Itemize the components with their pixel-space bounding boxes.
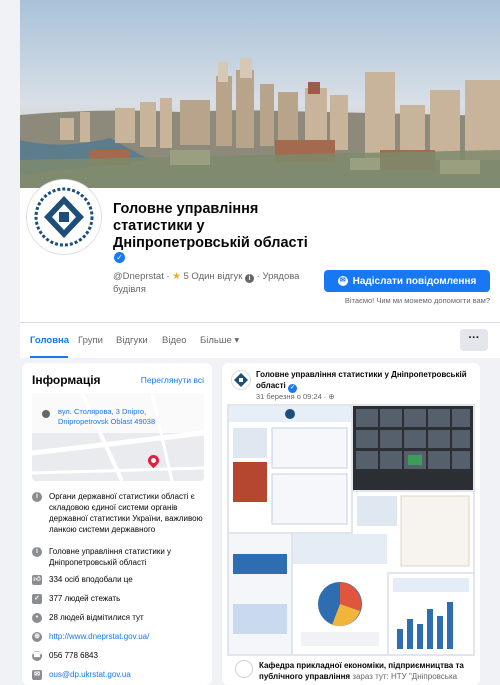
location-pin-icon (42, 410, 50, 418)
thumbs-up-icon: 👍︎ (32, 575, 42, 585)
page-tabs: Головна Групи Відгуки Відео Більше ▾ ··· (20, 322, 500, 358)
globe-icon: ⊕ (32, 632, 42, 642)
email-icon: ✉ (32, 670, 42, 680)
phone-row: ☎ 056 778 6843 (32, 650, 207, 661)
followers-row: ✓ 377 людей стежать (32, 593, 207, 604)
likes-row: 👍︎ 334 осіб вподобали це (32, 574, 207, 585)
org-row: i Головне управління статистики у Дніпро… (32, 546, 207, 568)
tab-more[interactable]: Більше ▾ (200, 335, 239, 346)
location-icon: • (32, 613, 42, 623)
info-icon[interactable]: i (245, 274, 255, 283)
tab-home[interactable]: Головна (30, 335, 69, 346)
website-link[interactable]: http://www.dneprstat.gov.ua/ (49, 631, 207, 642)
post-card: Головне управління статистики у Дніпропе… (222, 363, 480, 685)
email-link[interactable]: ous@dp.ukrstat.gov.ua (49, 669, 207, 680)
info-card: Інформація Переглянути всі вул. Столяров… (22, 363, 212, 685)
tab-groups[interactable]: Групи (78, 335, 103, 346)
messenger-icon: ✉ (337, 276, 348, 286)
tab-reviews[interactable]: Відгуки (116, 335, 148, 346)
follow-icon: ✓ (32, 594, 42, 604)
post-author-avatar[interactable] (231, 370, 251, 390)
more-options-button[interactable]: ··· (460, 329, 488, 351)
username: @Dneprstat (113, 271, 164, 282)
page-avatar-logo[interactable] (27, 180, 101, 254)
next-post-text: зараз тут: НТУ "Дніпровська (350, 672, 458, 681)
verified-badge-icon: ✓ (114, 252, 125, 263)
next-post-avatar[interactable] (235, 660, 253, 678)
info-icon: i (32, 492, 42, 502)
page-title: Головне управління статистики у Дніпропе… (113, 201, 308, 251)
followers-text: 377 людей стежать (49, 594, 121, 603)
info-title: Інформація (32, 373, 101, 387)
tab-videos[interactable]: Відео (162, 335, 187, 346)
message-hint: Вітаємо! Чим ми можемо допомогти вам? (344, 296, 490, 305)
checkins-row: • 28 людей відмітилися тут (32, 612, 207, 623)
address-link[interactable]: вул. Столярова, 3 Dnipro, Dnipropetrovsk… (58, 407, 198, 427)
phone-icon: ☎ (32, 651, 42, 661)
likes-text: 334 осіб вподобали це (49, 575, 133, 584)
phone-text: 056 778 6843 (49, 651, 98, 660)
info-icon: i (32, 547, 42, 557)
page-meta: @Dneprstat · ★ 5 Один відгук i · Урядова… (113, 271, 300, 295)
post-timestamp[interactable]: 31 березня о 09:24 · ⊕ (256, 392, 335, 401)
star-icon: ★ (172, 271, 181, 282)
location-map[interactable]: вул. Столярова, 3 Dnipro, Dnipropetrovsk… (32, 393, 204, 481)
active-tab-indicator (30, 356, 68, 358)
description-text: Органи державної статистики області є ск… (49, 492, 203, 534)
post-author-name[interactable]: Головне управління статистики у Дніпропе… (256, 369, 471, 393)
see-all-link[interactable]: Переглянути всі (141, 375, 204, 385)
send-message-button[interactable]: ✉ Надіслати повідомлення (324, 270, 490, 292)
website-row: ⊕ http://www.dneprstat.gov.ua/ (32, 631, 207, 642)
email-row: ✉ ous@dp.ukrstat.gov.ua (32, 669, 207, 680)
org-text: Головне управління статистики у Дніпропе… (49, 547, 172, 567)
post-image-collage[interactable] (227, 404, 475, 656)
checkins-text: 28 людей відмітилися тут (49, 613, 144, 622)
description-row: i Органи державної статистики області є … (32, 491, 207, 535)
send-message-label: Надіслати повідомлення (352, 275, 477, 287)
next-post-header: Кафедра прикладної економіки, підприємни… (259, 660, 477, 682)
rating-link[interactable]: 5 Один відгук (183, 271, 242, 282)
